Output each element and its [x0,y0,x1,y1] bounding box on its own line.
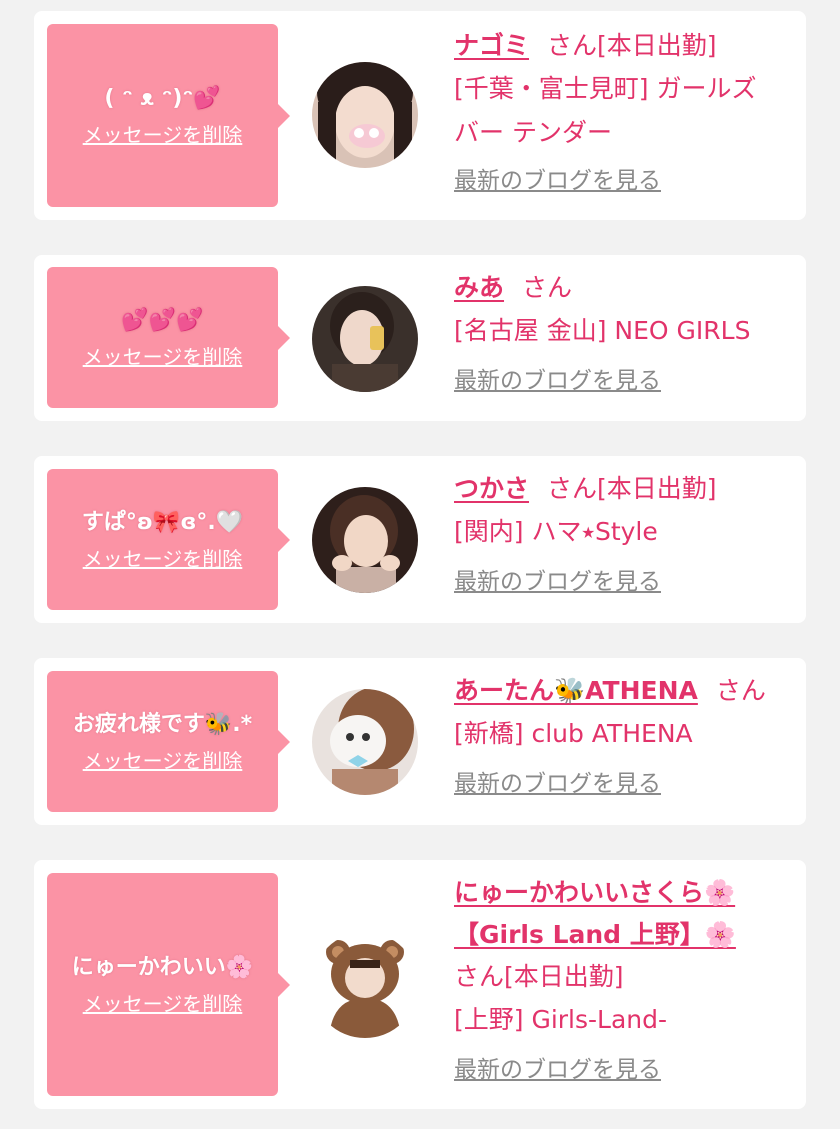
latest-blog-link[interactable]: 最新のブログを見る [454,365,661,397]
avatar[interactable] [312,487,418,593]
message-text: 💕💕💕 [121,307,204,333]
cast-name-link[interactable]: にゅーかわいいさくら🌸 [454,878,735,907]
message-bubble: にゅーかわいい🌸 メッセージを削除 [47,873,290,1096]
shop-location: [上野] Girls-Land- [454,1005,668,1034]
shop-location: [関内] ハマ⭑Style [454,517,658,546]
delete-message-link[interactable]: メッセージを削除 [83,748,243,774]
message-text: にゅーかわいい🌸 [71,954,254,980]
avatar[interactable] [312,689,418,795]
shop-location: [新橋] club ATHENA [454,719,693,748]
avatar-photo [326,940,404,1038]
delete-message-link[interactable]: メッセージを削除 [83,991,243,1017]
honorific: さん [547,474,598,503]
latest-blog-link[interactable]: 最新のブログを見る [454,566,661,598]
message-card: お疲れ様です🐝.* メッセージを削除 あーたん🐝ATHENA さん [新橋] cl… [34,658,806,825]
entry-info: つかさ さん[本日出勤] [関内] ハマ⭑Style 最新のブログを見る [454,468,796,598]
latest-blog-link[interactable]: 最新のブログを見る [454,165,661,197]
message-card: すぱ°ʚ🎀ɞ°.🤍 メッセージを削除 つかさ さん[本日出勤] [関内] ハマ⭑S… [34,456,806,623]
cast-name-link[interactable]: みあ [454,273,504,302]
avatar-photo [312,689,418,795]
avatar[interactable] [312,932,418,1038]
message-bubble: お疲れ様です🐝.* メッセージを削除 [47,671,290,812]
message-text: お疲れ様です🐝.* [72,711,253,737]
avatar[interactable] [312,286,418,392]
latest-blog-link[interactable]: 最新のブログを見る [454,1054,661,1086]
cast-name-link[interactable]: 【Girls Land 上野】🌸 [454,920,736,949]
honorific: さん [715,676,766,705]
delete-message-link[interactable]: メッセージを削除 [83,344,243,370]
entry-info: みあ さん [名古屋 金山] NEO GIRLS 最新のブログを見る [454,267,796,397]
avatar-photo [312,62,418,168]
delete-message-link[interactable]: メッセージを削除 [83,546,243,572]
avatar-photo [312,286,418,392]
message-bubble: ( ᵔ ᴥ ᵔ)ᵔ💕 メッセージを削除 [47,24,290,207]
message-text: すぱ°ʚ🎀ɞ°.🤍 [81,509,244,535]
shop-location: [千葉・富士見町] ガールズ [454,74,757,103]
shop-location: バー テンダー [454,118,612,147]
message-card: にゅーかわいい🌸 メッセージを削除 にゅーかわいいさくら🌸 【Girls Lan… [34,860,806,1109]
message-bubble: すぱ°ʚ🎀ɞ°.🤍 メッセージを削除 [47,469,290,610]
avatar[interactable] [312,62,418,168]
message-card: 💕💕💕 メッセージを削除 みあ さん [名古屋 金山] NEO GIRLS 最新の… [34,255,806,421]
entry-info: にゅーかわいいさくら🌸 【Girls Land 上野】🌸 さん[本日出勤] [上… [454,872,796,1086]
status-badge: [本日出勤] [504,962,624,991]
message-text: ( ᵔ ᴥ ᵔ)ᵔ💕 [104,85,221,111]
status-badge: [本日出勤] [597,31,717,60]
status-badge: [本日出勤] [597,474,717,503]
message-bubble: 💕💕💕 メッセージを削除 [47,267,290,408]
message-card: ( ᵔ ᴥ ᵔ)ᵔ💕 メッセージを削除 ナゴミ さん[本日出勤] [千葉・富士見町… [34,11,806,220]
cast-name-link[interactable]: あーたん🐝ATHENA [454,676,698,705]
honorific: さん [522,273,573,302]
message-list: ( ᵔ ᴥ ᵔ)ᵔ💕 メッセージを削除 ナゴミ さん[本日出勤] [千葉・富士見町… [0,0,840,1129]
entry-info: ナゴミ さん[本日出勤] [千葉・富士見町] ガールズ バー テンダー 最新のブロ… [454,25,796,197]
shop-location: [名古屋 金山] NEO GIRLS [454,316,751,345]
cast-name-link[interactable]: ナゴミ [454,31,529,60]
cast-name-link[interactable]: つかさ [454,474,529,503]
honorific: さん [454,962,505,991]
latest-blog-link[interactable]: 最新のブログを見る [454,768,661,800]
delete-message-link[interactable]: メッセージを削除 [83,122,243,148]
avatar-photo [312,487,418,593]
entry-info: あーたん🐝ATHENA さん [新橋] club ATHENA 最新のブログを見る [454,670,796,800]
honorific: さん [547,31,598,60]
